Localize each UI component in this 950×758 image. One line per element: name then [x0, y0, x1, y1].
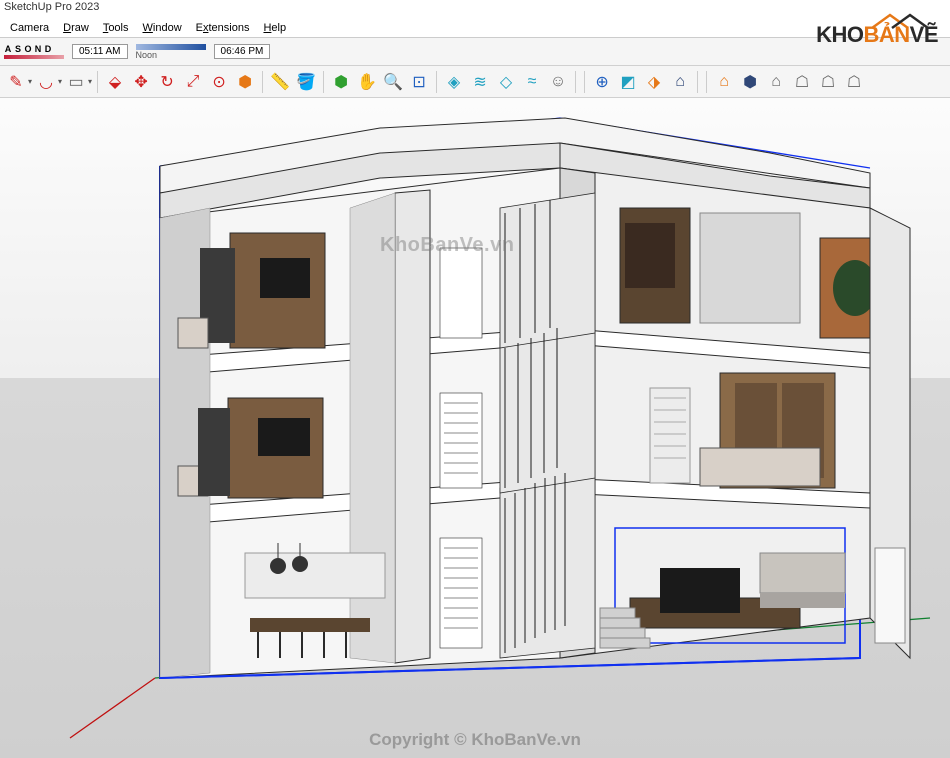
- warehouse-icon-5[interactable]: ☖: [816, 70, 840, 94]
- menu-window[interactable]: Window: [137, 20, 188, 36]
- time-end[interactable]: 06:46 PM: [214, 44, 271, 59]
- component-tool-icon[interactable]: ⬢: [233, 70, 257, 94]
- person-icon[interactable]: ☺: [546, 70, 570, 94]
- zoom-extents-icon[interactable]: ⊡: [407, 70, 431, 94]
- tag-icon-3[interactable]: ◇: [494, 70, 518, 94]
- warehouse-icon-4[interactable]: ☖: [790, 70, 814, 94]
- menu-draw[interactable]: Draw: [57, 20, 95, 36]
- nav-icon-2[interactable]: ◩: [616, 70, 640, 94]
- warehouse-icon-6[interactable]: ☖: [842, 70, 866, 94]
- shadow-toolbar: ASOND 05:11 AM Noon 06:46 PM: [0, 38, 950, 66]
- warehouse-icon-3[interactable]: ⌂: [764, 70, 788, 94]
- menu-extensions[interactable]: Extensions: [190, 20, 256, 36]
- watermark-bottom: Copyright © KhoBanVe.vn: [0, 730, 950, 750]
- viewport-3d[interactable]: KhoBanVe.vn Copyright © KhoBanVe.vn: [0, 98, 950, 758]
- menu-camera[interactable]: Camera: [4, 20, 55, 36]
- logo: KHOBẢNVẼ: [816, 22, 938, 48]
- nav-icon-4[interactable]: ⌂: [668, 70, 692, 94]
- menu-tools[interactable]: Tools: [97, 20, 135, 36]
- offset-tool-icon[interactable]: ⊙: [207, 70, 231, 94]
- time-start[interactable]: 05:11 AM: [72, 44, 128, 59]
- pencil-tool-icon[interactable]: ✎: [4, 70, 28, 94]
- menu-bar: Camera Draw Tools Window Extensions Help: [0, 18, 950, 38]
- tag-icon-2[interactable]: ≋: [468, 70, 492, 94]
- warehouse-icon-1[interactable]: ⌂: [712, 70, 736, 94]
- tag-icon-1[interactable]: ◈: [442, 70, 466, 94]
- rect-tool-icon[interactable]: ▭: [64, 70, 88, 94]
- orbit-tool-icon[interactable]: ⬢: [329, 70, 353, 94]
- scale-tool-icon[interactable]: ⤢: [181, 70, 205, 94]
- month-strip: ASOND: [4, 44, 64, 59]
- main-toolbar: ✎▾ ◡▾ ▭▾ ⬙ ✥ ↻ ⤢ ⊙ ⬢ 📏 🪣 ⬢ ✋ 🔍 ⊡ ◈ ≋ ◇ ≈…: [0, 66, 950, 98]
- pan-tool-icon[interactable]: ✋: [355, 70, 379, 94]
- zoom-tool-icon[interactable]: 🔍: [381, 70, 405, 94]
- arc-tool-icon[interactable]: ◡: [34, 70, 58, 94]
- rotate-tool-icon[interactable]: ↻: [155, 70, 179, 94]
- tag-icon-4[interactable]: ≈: [520, 70, 544, 94]
- nav-icon-3[interactable]: ⬗: [642, 70, 666, 94]
- paint-tool-icon[interactable]: 🪣: [294, 70, 318, 94]
- title-bar: SketchUp Pro 2023: [0, 0, 950, 18]
- pushpull-tool-icon[interactable]: ⬙: [103, 70, 127, 94]
- warehouse-icon-2[interactable]: ⬢: [738, 70, 762, 94]
- time-gradient[interactable]: Noon: [136, 44, 206, 60]
- tape-tool-icon[interactable]: 📏: [268, 70, 292, 94]
- watermark-top: KhoBanVe.vn: [380, 234, 514, 257]
- menu-help[interactable]: Help: [257, 20, 292, 36]
- nav-icon-1[interactable]: ⊕: [590, 70, 614, 94]
- model-house: [0, 98, 950, 758]
- move-tool-icon[interactable]: ✥: [129, 70, 153, 94]
